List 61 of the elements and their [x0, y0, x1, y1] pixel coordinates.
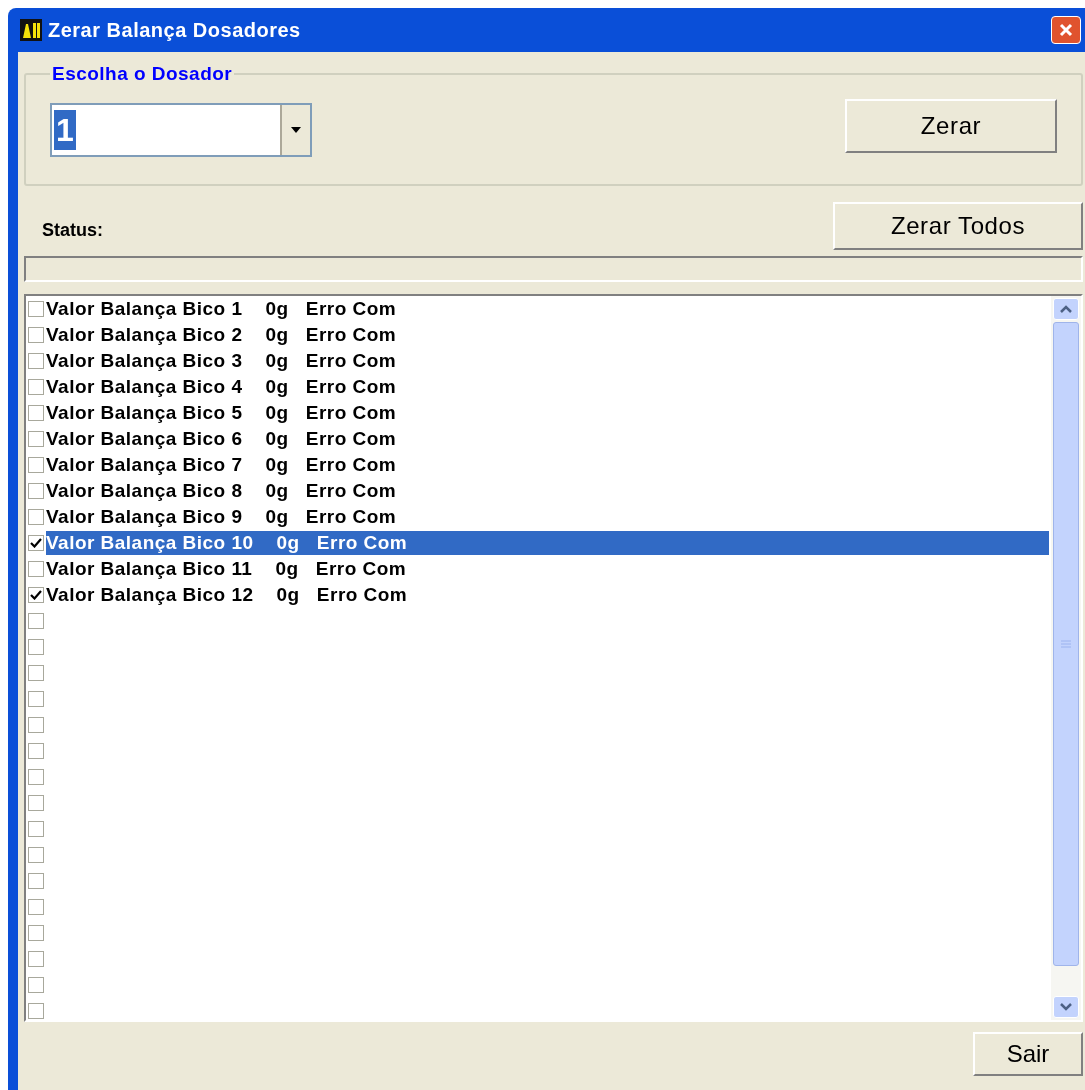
checkbox[interactable] — [28, 847, 44, 863]
checkbox[interactable] — [28, 327, 44, 343]
check-icon — [30, 538, 42, 548]
list-item[interactable]: Valor Balança Bico 2 0g Erro Com — [46, 323, 401, 347]
list-item[interactable]: Valor Balança Bico 7 0g Erro Com — [46, 453, 401, 477]
list-item[interactable]: Valor Balança Bico 10 0g Erro Com — [46, 531, 1049, 555]
list-item[interactable]: Valor Balança Bico 4 0g Erro Com — [46, 375, 401, 399]
scroll-down-button[interactable] — [1053, 996, 1079, 1018]
checkbox[interactable] — [28, 509, 44, 525]
status-label: Status: — [42, 219, 103, 242]
app-icon — [20, 19, 42, 41]
checkbox[interactable] — [28, 977, 44, 993]
scroll-up-button[interactable] — [1053, 298, 1079, 320]
checkbox[interactable] — [28, 405, 44, 421]
checkbox[interactable] — [28, 457, 44, 473]
checkbox[interactable] — [28, 769, 44, 785]
list-item[interactable]: Valor Balança Bico 1 0g Erro Com — [46, 297, 401, 321]
checkbox[interactable] — [28, 665, 44, 681]
checkbox[interactable] — [28, 587, 44, 603]
checkbox[interactable] — [28, 925, 44, 941]
group-title: Escolha o Dosador — [51, 62, 234, 86]
checkbox[interactable] — [28, 743, 44, 759]
check-icon — [30, 590, 42, 600]
scrollbar[interactable] — [1051, 296, 1081, 1020]
list-item[interactable]: Valor Balança Bico 6 0g Erro Com — [46, 427, 401, 451]
dosador-combo[interactable]: 1 — [50, 102, 312, 157]
zero-button[interactable]: Zerar — [845, 98, 1057, 153]
window-title: Zerar Balança Dosadores — [48, 18, 301, 43]
checkbox[interactable] — [28, 899, 44, 915]
checkbox[interactable] — [28, 691, 44, 707]
checkbox[interactable] — [28, 821, 44, 837]
list-item[interactable]: Valor Balança Bico 11 0g Erro Com — [46, 557, 411, 581]
checkbox[interactable] — [28, 301, 44, 317]
checkbox[interactable] — [28, 639, 44, 655]
close-icon — [1058, 22, 1074, 38]
checkbox[interactable] — [28, 353, 44, 369]
zero-all-button[interactable]: Zerar Todos — [833, 202, 1083, 250]
combo-value: 1 — [54, 109, 76, 150]
scroll-thumb[interactable] — [1053, 322, 1079, 966]
checkbox[interactable] — [28, 613, 44, 629]
caret-icon — [291, 126, 301, 133]
close-button[interactable] — [1051, 16, 1081, 44]
checkbox[interactable] — [28, 717, 44, 733]
checkbox[interactable] — [28, 483, 44, 499]
checkbox[interactable] — [28, 873, 44, 889]
checkbox[interactable] — [28, 951, 44, 967]
checkbox[interactable] — [28, 535, 44, 551]
checkbox[interactable] — [28, 1003, 44, 1019]
list-item[interactable]: Valor Balança Bico 8 0g Erro Com — [46, 479, 401, 503]
exit-button[interactable]: Sair — [973, 1032, 1083, 1076]
chevron-down-icon — [1060, 1003, 1072, 1011]
checkbox[interactable] — [28, 561, 44, 577]
checkbox[interactable] — [28, 431, 44, 447]
checkbox[interactable] — [28, 795, 44, 811]
list-item[interactable]: Valor Balança Bico 3 0g Erro Com — [46, 349, 401, 373]
checkbox[interactable] — [28, 379, 44, 395]
dropdown-button[interactable] — [280, 104, 310, 155]
chevron-up-icon — [1060, 305, 1072, 313]
list-item[interactable]: Valor Balança Bico 5 0g Erro Com — [46, 401, 401, 425]
list-item[interactable]: Valor Balança Bico 12 0g Erro Com — [46, 583, 412, 607]
list-item[interactable]: Valor Balança Bico 9 0g Erro Com — [46, 505, 401, 529]
